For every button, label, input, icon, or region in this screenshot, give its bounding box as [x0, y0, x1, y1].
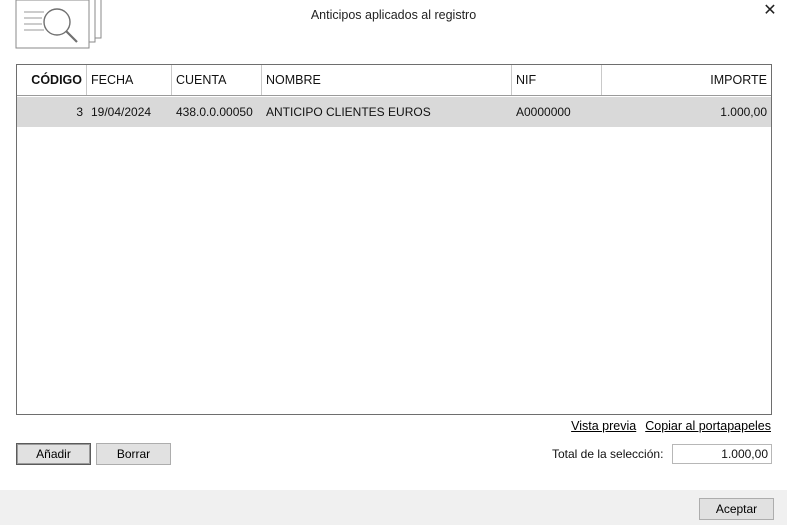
- column-header-nif[interactable]: NIF: [512, 65, 602, 95]
- action-links: Vista previa Copiar al portapapeles: [571, 419, 771, 433]
- column-header-importe[interactable]: IMPORTE: [602, 65, 771, 95]
- column-header-codigo[interactable]: CÓDIGO: [17, 65, 87, 95]
- cell-codigo: 3: [76, 105, 83, 119]
- column-header-cuenta[interactable]: CUENTA: [172, 65, 262, 95]
- column-header-fecha[interactable]: FECHA: [87, 65, 172, 95]
- cell-nombre: ANTICIPO CLIENTES EUROS: [266, 105, 431, 119]
- accept-button[interactable]: Aceptar: [699, 498, 774, 520]
- add-button[interactable]: Añadir: [16, 443, 91, 465]
- dialog-footer: [0, 490, 787, 525]
- selection-total-field[interactable]: [672, 444, 772, 464]
- preview-link[interactable]: Vista previa: [571, 419, 636, 433]
- delete-button[interactable]: Borrar: [96, 443, 171, 465]
- dialog-title: Anticipos aplicados al registro: [310, 8, 477, 22]
- cell-cuenta: 438.0.0.00050: [176, 105, 253, 119]
- cell-fecha: 19/04/2024: [91, 105, 152, 119]
- column-header-nombre[interactable]: NOMBRE: [262, 65, 512, 95]
- selection-total-label: Total de la selección:: [552, 447, 664, 461]
- cell-importe: 1.000,00: [720, 105, 767, 119]
- table-header: CÓDIGO FECHA CUENTA NOMBRE NIF IMPORTE: [17, 65, 771, 96]
- table-row[interactable]: 3 19/04/2024 438.0.0.00050 ANTICIPO CLIE…: [17, 97, 771, 127]
- copy-clipboard-link[interactable]: Copiar al portapapeles: [645, 419, 771, 433]
- cell-nif: A0000000: [516, 105, 571, 119]
- advances-table[interactable]: CÓDIGO FECHA CUENTA NOMBRE NIF IMPORTE 3…: [16, 64, 772, 415]
- close-icon[interactable]: ✕: [761, 2, 779, 20]
